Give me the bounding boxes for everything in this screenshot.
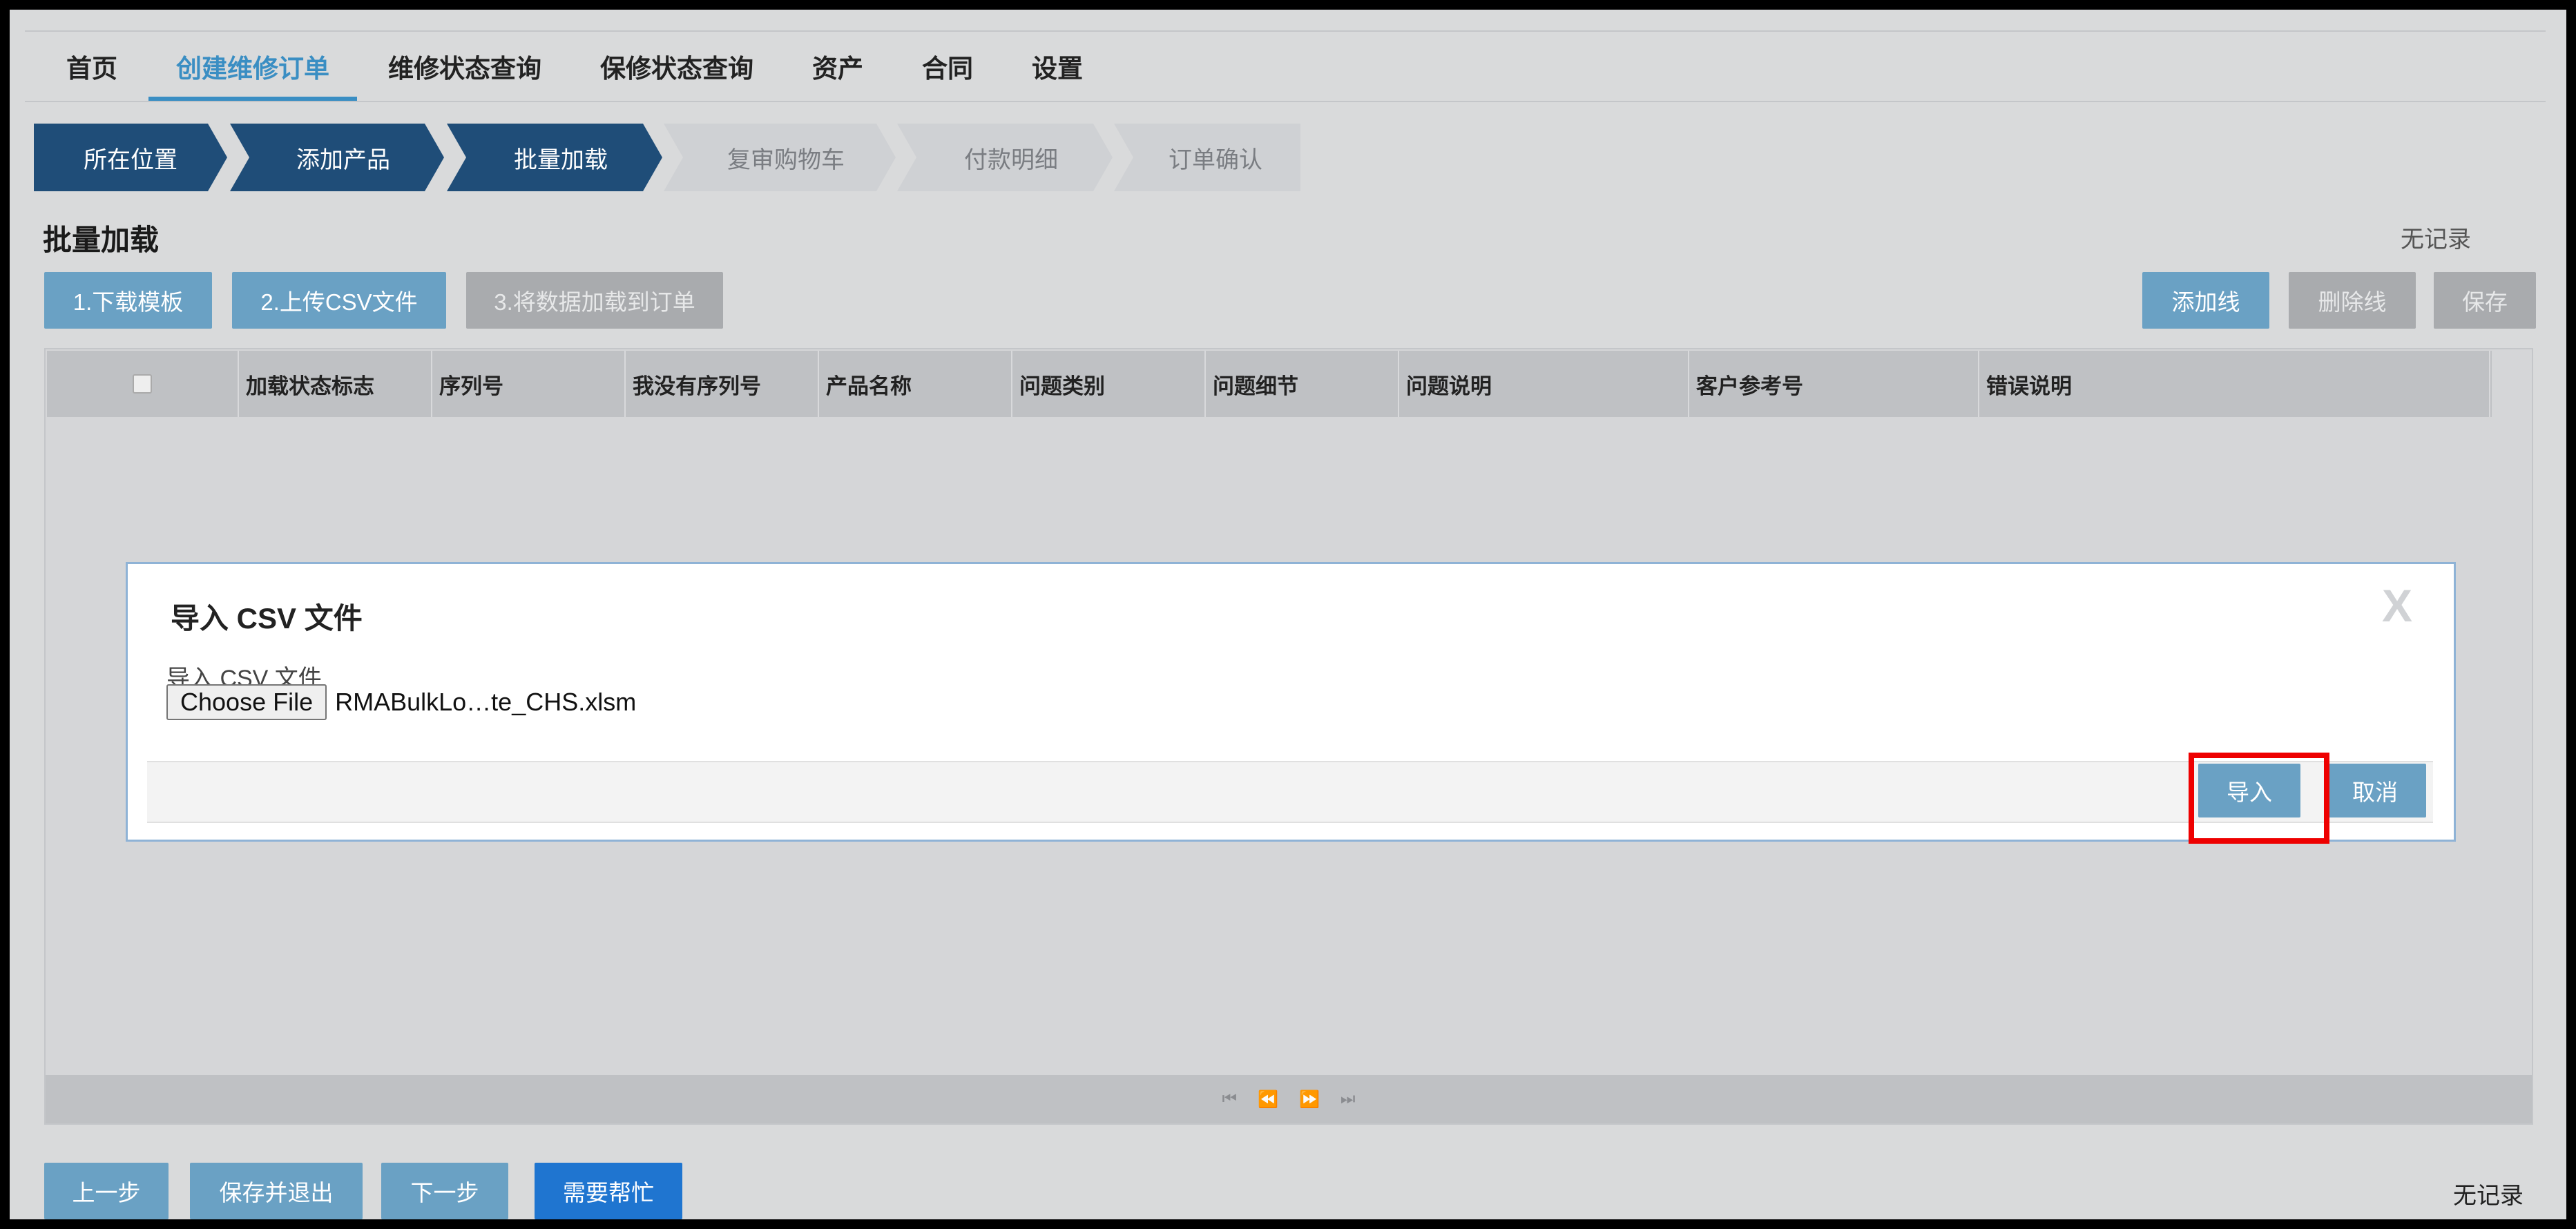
step-label: 添加产品 xyxy=(296,146,390,173)
step-review-cart[interactable]: 复审购物车 xyxy=(664,124,896,191)
select-all-checkbox[interactable] xyxy=(133,374,152,394)
upload-csv-button[interactable]: 2.上传CSV文件 xyxy=(232,272,446,329)
step-order-confirm[interactable]: 订单确认 xyxy=(1114,124,1300,191)
record-count-bottom: 无记录 xyxy=(2453,1183,2524,1209)
nav-repair-status[interactable]: 维修状态查询 xyxy=(388,32,541,101)
column-header[interactable]: 问题细节 xyxy=(1206,351,1399,417)
previous-step-button[interactable]: 上一步 xyxy=(44,1163,169,1219)
import-csv-dialog: 导入 CSV 文件 X 导入 CSV 文件 Choose File RMABul… xyxy=(126,562,2456,842)
choose-file-button[interactable]: Choose File xyxy=(166,684,327,720)
column-header[interactable]: 问题说明 xyxy=(1399,351,1689,417)
grid-pager: ⏮ ⏪ ⏩ ⏭ xyxy=(46,1075,2532,1123)
download-template-button[interactable]: 1.下载模板 xyxy=(44,272,212,329)
cancel-button[interactable]: 取消 xyxy=(2324,764,2426,817)
column-header[interactable]: 错误说明 xyxy=(1979,351,2490,417)
column-header[interactable]: 问题类别 xyxy=(1012,351,1206,417)
step-bulk-load[interactable]: 批量加载 xyxy=(447,124,662,191)
top-nav: 首页 创建维修订单 维修状态查询 保修状态查询 资产 合同 设置 xyxy=(25,30,2546,102)
step-add-product[interactable]: 添加产品 xyxy=(230,124,444,191)
nav-assets[interactable]: 资产 xyxy=(812,32,863,101)
nav-warranty-status[interactable]: 保修状态查询 xyxy=(600,32,753,101)
step-location[interactable]: 所在位置 xyxy=(34,124,227,191)
column-header[interactable]: 序列号 xyxy=(432,351,626,417)
load-to-order-button[interactable]: 3.将数据加载到订单 xyxy=(466,272,723,329)
next-page-icon[interactable]: ⏩ xyxy=(1299,1090,1320,1110)
step-label: 付款明细 xyxy=(964,146,1058,173)
column-header[interactable]: 加载状态标志 xyxy=(239,351,432,417)
dialog-footer xyxy=(147,761,2433,823)
grid-header: 加载状态标志 序列号 我没有序列号 产品名称 问题类别 问题细节 问题说明 客户… xyxy=(47,351,2492,417)
save-and-exit-button[interactable]: 保存并退出 xyxy=(190,1163,363,1219)
nav-create-repair-order[interactable]: 创建维修订单 xyxy=(148,32,357,101)
selected-file-name: RMABulkLo…te_CHS.xlsm xyxy=(335,688,637,716)
delete-line-button[interactable]: 删除线 xyxy=(2289,272,2416,329)
next-step-button[interactable]: 下一步 xyxy=(381,1163,508,1219)
import-button-highlight xyxy=(2189,753,2329,844)
first-page-icon[interactable]: ⏮ xyxy=(1222,1090,1238,1109)
column-header[interactable]: 客户参考号 xyxy=(1689,351,1979,417)
last-page-icon[interactable]: ⏭ xyxy=(1340,1090,1356,1109)
add-line-button[interactable]: 添加线 xyxy=(2142,272,2269,329)
need-help-button[interactable]: 需要帮忙 xyxy=(535,1163,682,1219)
column-header[interactable]: 产品名称 xyxy=(819,351,1012,417)
column-header[interactable]: 我没有序列号 xyxy=(626,351,819,417)
page-title: 批量加载 xyxy=(43,224,160,256)
close-icon[interactable]: X xyxy=(2382,579,2412,632)
step-label: 订单确认 xyxy=(1169,146,1262,173)
nav-contracts[interactable]: 合同 xyxy=(922,32,973,101)
file-input: Choose File RMABulkLo…te_CHS.xlsm xyxy=(166,684,636,720)
select-all-column xyxy=(47,351,239,417)
save-button[interactable]: 保存 xyxy=(2434,272,2536,329)
step-payment-details[interactable]: 付款明细 xyxy=(897,124,1113,191)
app-window: 首页 创建维修订单 维修状态查询 保修状态查询 资产 合同 设置 所在位置 添加… xyxy=(10,10,2566,1219)
nav-home[interactable]: 首页 xyxy=(66,32,117,101)
record-count-top: 无记录 xyxy=(2401,226,2471,253)
nav-settings[interactable]: 设置 xyxy=(1032,32,1083,101)
step-label: 复审购物车 xyxy=(727,146,845,173)
prev-page-icon[interactable]: ⏪ xyxy=(1258,1090,1278,1110)
step-label: 所在位置 xyxy=(84,146,177,173)
step-label: 批量加载 xyxy=(514,146,608,173)
dialog-title: 导入 CSV 文件 xyxy=(171,602,363,635)
